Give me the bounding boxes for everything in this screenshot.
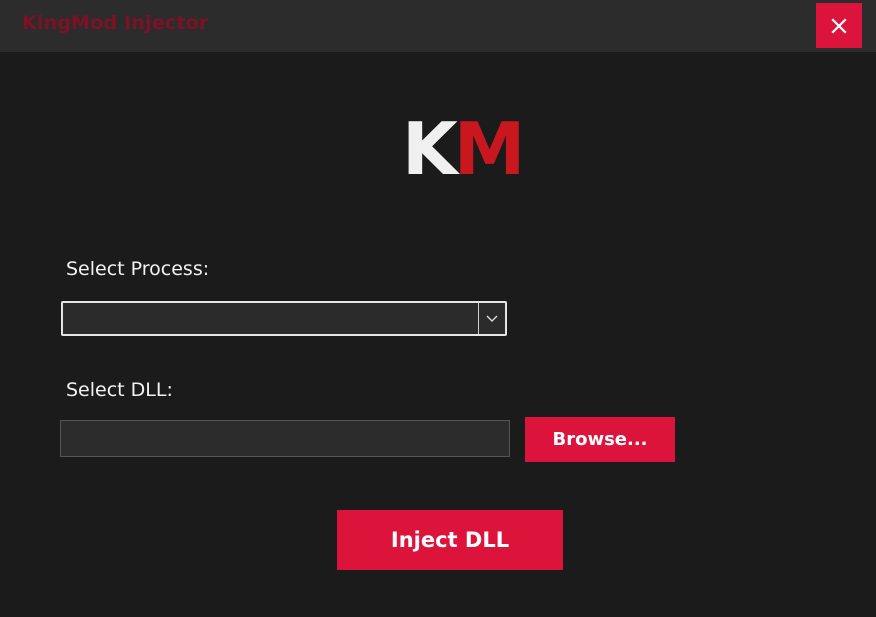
browse-button[interactable]: Browse... [525, 417, 675, 462]
select-process-label: Select Process: [66, 258, 210, 280]
inject-dll-button[interactable]: Inject DLL [337, 510, 563, 570]
dll-path-input[interactable] [60, 420, 510, 457]
close-icon [831, 17, 847, 34]
process-dropdown[interactable] [61, 301, 507, 336]
injector-window: KingMod Injector K M Select Process: Sel… [0, 0, 876, 617]
km-logo: K M [402, 107, 526, 191]
title-bar[interactable]: KingMod Injector [0, 0, 876, 52]
close-button[interactable] [816, 3, 862, 48]
window-title: KingMod Injector [22, 12, 209, 34]
select-dll-label: Select DLL: [66, 379, 173, 401]
chevron-down-icon [486, 315, 498, 322]
dropdown-toggle[interactable] [478, 303, 505, 334]
logo-letter-m: M [453, 107, 526, 191]
logo-letter-k: K [402, 107, 458, 191]
